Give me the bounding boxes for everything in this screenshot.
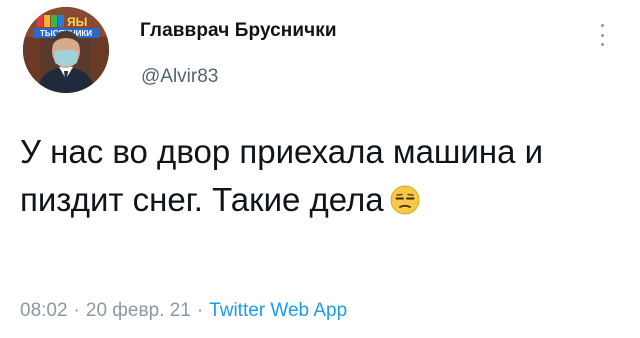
tweet-meta: 08:02 · 20 февр. 21 · Twitter Web App (20, 300, 347, 322)
meta-separator: · (73, 300, 80, 321)
avatar[interactable]: ЯЫ ТЫСЯЧНИКИ (23, 7, 109, 93)
tweet-time[interactable]: 08:02 (20, 300, 68, 321)
tweet-date[interactable]: 20 февр. 21 (86, 300, 191, 321)
more-vertical-icon[interactable] (595, 22, 609, 48)
tweet-body: У нас во двор приехала машина и пиздит с… (20, 133, 544, 218)
tweet-text: У нас во двор приехала машина и пиздит с… (20, 128, 620, 224)
meta-separator: · (196, 300, 204, 321)
display-name[interactable]: Главврач Бруснички (140, 20, 337, 42)
svg-text:ЯЫ: ЯЫ (67, 15, 87, 29)
user-handle[interactable]: @Alvir83 (141, 66, 218, 88)
tweet-source-link[interactable]: Twitter Web App (209, 300, 347, 321)
unamused-face-icon (390, 180, 420, 215)
